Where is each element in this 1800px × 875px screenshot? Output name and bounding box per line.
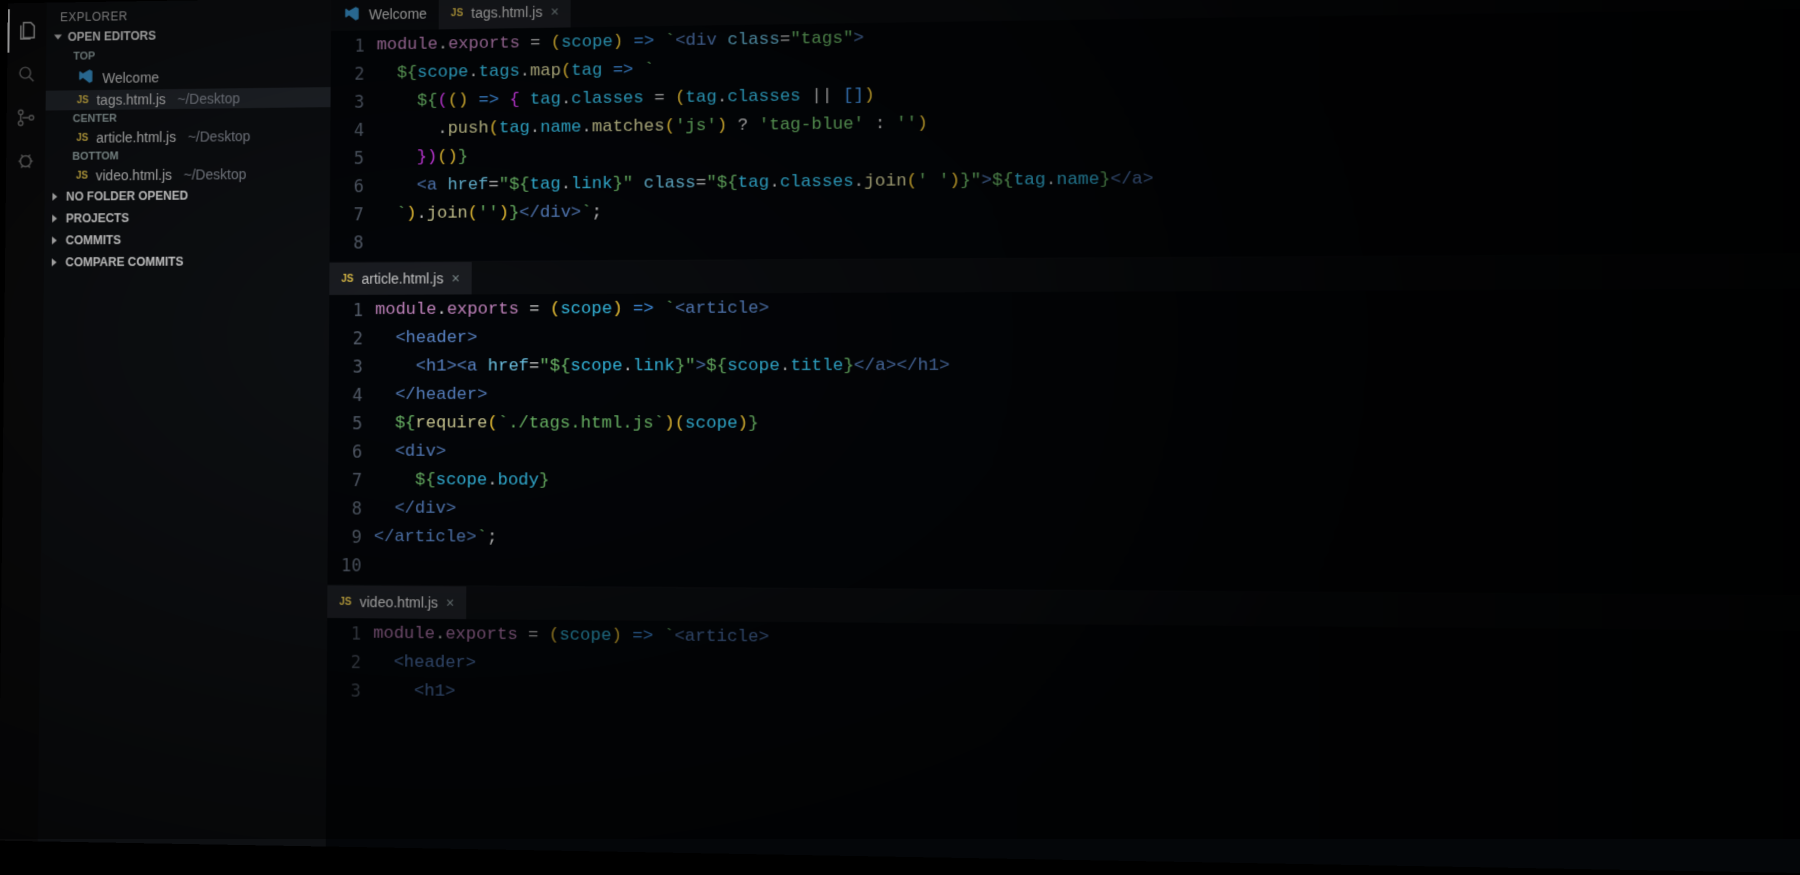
close-icon[interactable]: × xyxy=(446,594,454,610)
js-icon: JS xyxy=(77,95,89,106)
tab-welcome[interactable]: Welcome xyxy=(331,0,439,31)
js-icon: JS xyxy=(339,596,351,607)
js-icon: JS xyxy=(76,170,88,181)
tab-article[interactable]: JS article.html.js × xyxy=(329,262,472,295)
code-content: module.exports = (scope) => `<article> <… xyxy=(374,290,1800,591)
tab-label: article.html.js xyxy=(362,270,444,287)
vscode-icon xyxy=(343,4,361,25)
file-path: ~/Desktop xyxy=(184,166,247,183)
editor-pane-top: Welcome JS tags.html.js × 12345678 modul… xyxy=(329,0,1800,262)
js-icon: JS xyxy=(451,7,463,18)
editor-pane-bottom: JS video.html.js × 123 module.exports = … xyxy=(327,584,1800,729)
explorer-sidebar: EXPLORER OPEN EDITORS TOP Welcome JS tag… xyxy=(38,0,331,847)
open-editor-video[interactable]: JS video.html.js ~/Desktop xyxy=(45,163,330,186)
file-label: tags.html.js xyxy=(96,91,165,108)
vscode-icon xyxy=(77,67,95,88)
section-compare-commits[interactable]: COMPARE COMMITS xyxy=(44,250,330,274)
code-editor-video[interactable]: 123 module.exports = (scope) => `<articl… xyxy=(327,618,1800,729)
editor-pane-center: JS article.html.js × 12345678910 module.… xyxy=(327,253,1800,596)
line-gutter: 12345678 xyxy=(330,32,377,257)
tab-label: Welcome xyxy=(369,6,427,23)
code-editor-tags[interactable]: 12345678 module.exports = (scope) => `<d… xyxy=(329,8,1800,262)
js-icon: JS xyxy=(76,132,88,143)
tab-video[interactable]: JS video.html.js × xyxy=(327,585,466,619)
section-no-folder[interactable]: NO FOLDER OPENED xyxy=(45,183,330,207)
debug-icon[interactable] xyxy=(6,139,45,183)
file-path: ~/Desktop xyxy=(188,128,251,145)
line-gutter: 12345678910 xyxy=(327,297,375,581)
close-icon[interactable]: × xyxy=(451,270,459,286)
source-control-icon[interactable] xyxy=(6,96,45,140)
open-editors-label: OPEN EDITORS xyxy=(68,29,156,44)
code-editor-article[interactable]: 12345678910 module.exports = (scope) => … xyxy=(327,288,1800,596)
search-icon[interactable] xyxy=(7,52,46,96)
files-icon[interactable] xyxy=(7,9,46,53)
open-editors-section[interactable]: OPEN EDITORS xyxy=(46,22,331,48)
editor-area: Welcome JS tags.html.js × 12345678 modul… xyxy=(326,0,1800,875)
file-label: Welcome xyxy=(102,69,159,86)
tab-label: video.html.js xyxy=(360,594,438,611)
line-gutter: 123 xyxy=(327,620,374,706)
file-label: article.html.js xyxy=(96,129,176,146)
code-content: module.exports = (scope) => `<div class=… xyxy=(375,10,1800,258)
file-path: ~/Desktop xyxy=(177,90,240,107)
js-icon: JS xyxy=(341,273,353,284)
close-icon[interactable]: × xyxy=(551,3,559,19)
open-editor-welcome[interactable]: Welcome xyxy=(46,62,331,91)
tab-tags[interactable]: JS tags.html.js × xyxy=(439,0,571,29)
code-content: module.exports = (scope) => `<article> <… xyxy=(373,620,1800,724)
section-projects[interactable]: PROJECTS xyxy=(44,205,330,229)
section-commits[interactable]: COMMITS xyxy=(44,228,330,252)
tab-label: tags.html.js xyxy=(471,4,542,21)
file-label: video.html.js xyxy=(96,167,172,184)
